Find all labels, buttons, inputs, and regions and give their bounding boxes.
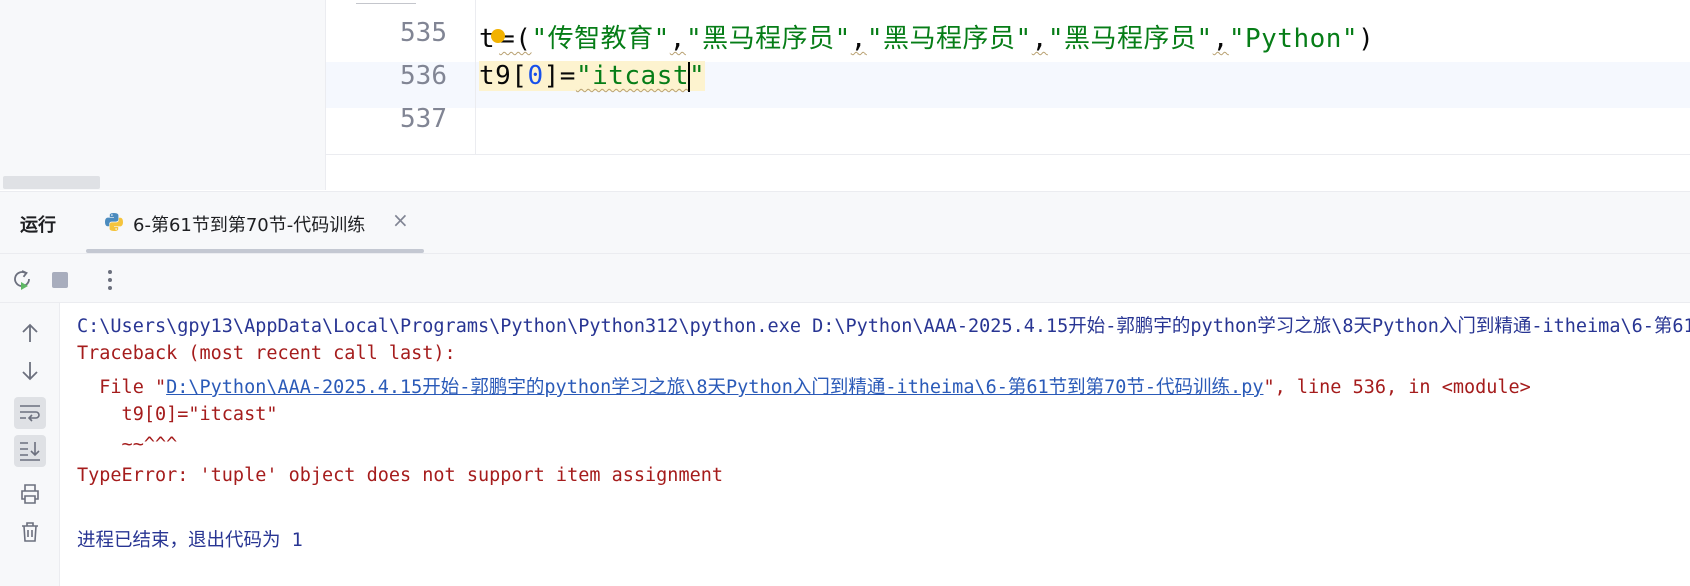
code-token: ) xyxy=(1358,24,1375,54)
error-message: TypeError: 'tuple' object does not suppo… xyxy=(77,465,724,486)
code-token: t9[ xyxy=(479,61,528,91)
code-token: , xyxy=(1031,24,1048,54)
line-number: 536 xyxy=(400,61,447,91)
string-token: "黑马程序员" xyxy=(1047,24,1213,54)
line-number: 535 xyxy=(400,18,447,48)
string-token: "黑马程序员" xyxy=(685,24,851,54)
traceback-file-line: File "D:\Python\AAA-2025.4.15开始-郭鹏宇的pyth… xyxy=(77,373,1531,399)
console-output[interactable]: C:\Users\gpy13\AppData\Local\Programs\Py… xyxy=(61,303,1690,586)
run-tab-label: 6-第61节到第70节-代码训练 xyxy=(133,215,366,236)
close-icon[interactable]: × xyxy=(392,208,409,232)
string-token: " xyxy=(689,61,706,91)
scroll-to-end-icon[interactable] xyxy=(14,435,46,467)
code-line-535[interactable]: t =("传智教育","黑马程序员","黑马程序员","黑马程序员","Pytho… xyxy=(479,18,1374,55)
console-command-line: C:\Users\gpy13\AppData\Local\Programs\Py… xyxy=(77,316,1690,337)
arrow-down-icon[interactable] xyxy=(14,355,46,387)
rerun-icon[interactable] xyxy=(9,267,35,293)
editor-divider xyxy=(326,154,1690,155)
string-token: "黑马程序员" xyxy=(866,24,1032,54)
file-path-link[interactable]: D:\Python\AAA-2025.4.15开始-郭鹏宇的python学习之旅… xyxy=(166,377,1263,398)
project-panel xyxy=(0,0,326,190)
code-token: , xyxy=(850,24,867,54)
string-token: "Python" xyxy=(1228,24,1359,54)
traceback-header: Traceback (most recent call last): xyxy=(77,343,456,364)
code-token: ]= xyxy=(543,61,576,91)
line-number-gutter: 535 536 537 xyxy=(326,0,476,155)
traceback-file-suffix: ", line 536, in <module> xyxy=(1263,377,1531,398)
process-exit-message: 进程已结束，退出代码为 1 xyxy=(77,530,303,551)
number-token: 0 xyxy=(527,61,544,91)
string-token: "传智教育" xyxy=(531,24,670,54)
more-icon[interactable] xyxy=(97,267,123,293)
line-number: 537 xyxy=(400,104,447,134)
string-token: "itcast xyxy=(575,61,690,91)
soft-wrap-icon[interactable] xyxy=(14,397,46,429)
horizontal-scrollbar[interactable] xyxy=(3,176,100,189)
trash-icon[interactable] xyxy=(14,516,46,548)
run-toolbar xyxy=(0,253,1690,303)
traceback-code-line: t9[0]="itcast" xyxy=(77,404,278,425)
console-sidebar xyxy=(0,303,60,586)
run-panel-title: 运行 xyxy=(20,215,56,236)
stop-icon[interactable] xyxy=(47,267,73,293)
run-tab[interactable]: 6-第61节到第70节-代码训练 × xyxy=(86,192,424,254)
python-icon xyxy=(105,213,123,231)
gutter-fold-marker xyxy=(356,0,416,4)
code-line-536[interactable]: t9[0]="itcast" xyxy=(479,61,706,92)
code-token: , xyxy=(1212,24,1229,54)
traceback-file-prefix: File " xyxy=(77,377,167,398)
arrow-up-icon[interactable] xyxy=(14,317,46,349)
code-editor[interactable]: 535 536 537 t =("传智教育","黑马程序员","黑马程序员","黑… xyxy=(0,0,1690,190)
traceback-marker-line: ~~^^^ xyxy=(77,434,178,455)
print-icon[interactable] xyxy=(14,478,46,510)
code-token: , xyxy=(669,24,686,54)
run-tool-window-header: 运行 6-第61节到第70节-代码训练 × xyxy=(0,191,1690,253)
